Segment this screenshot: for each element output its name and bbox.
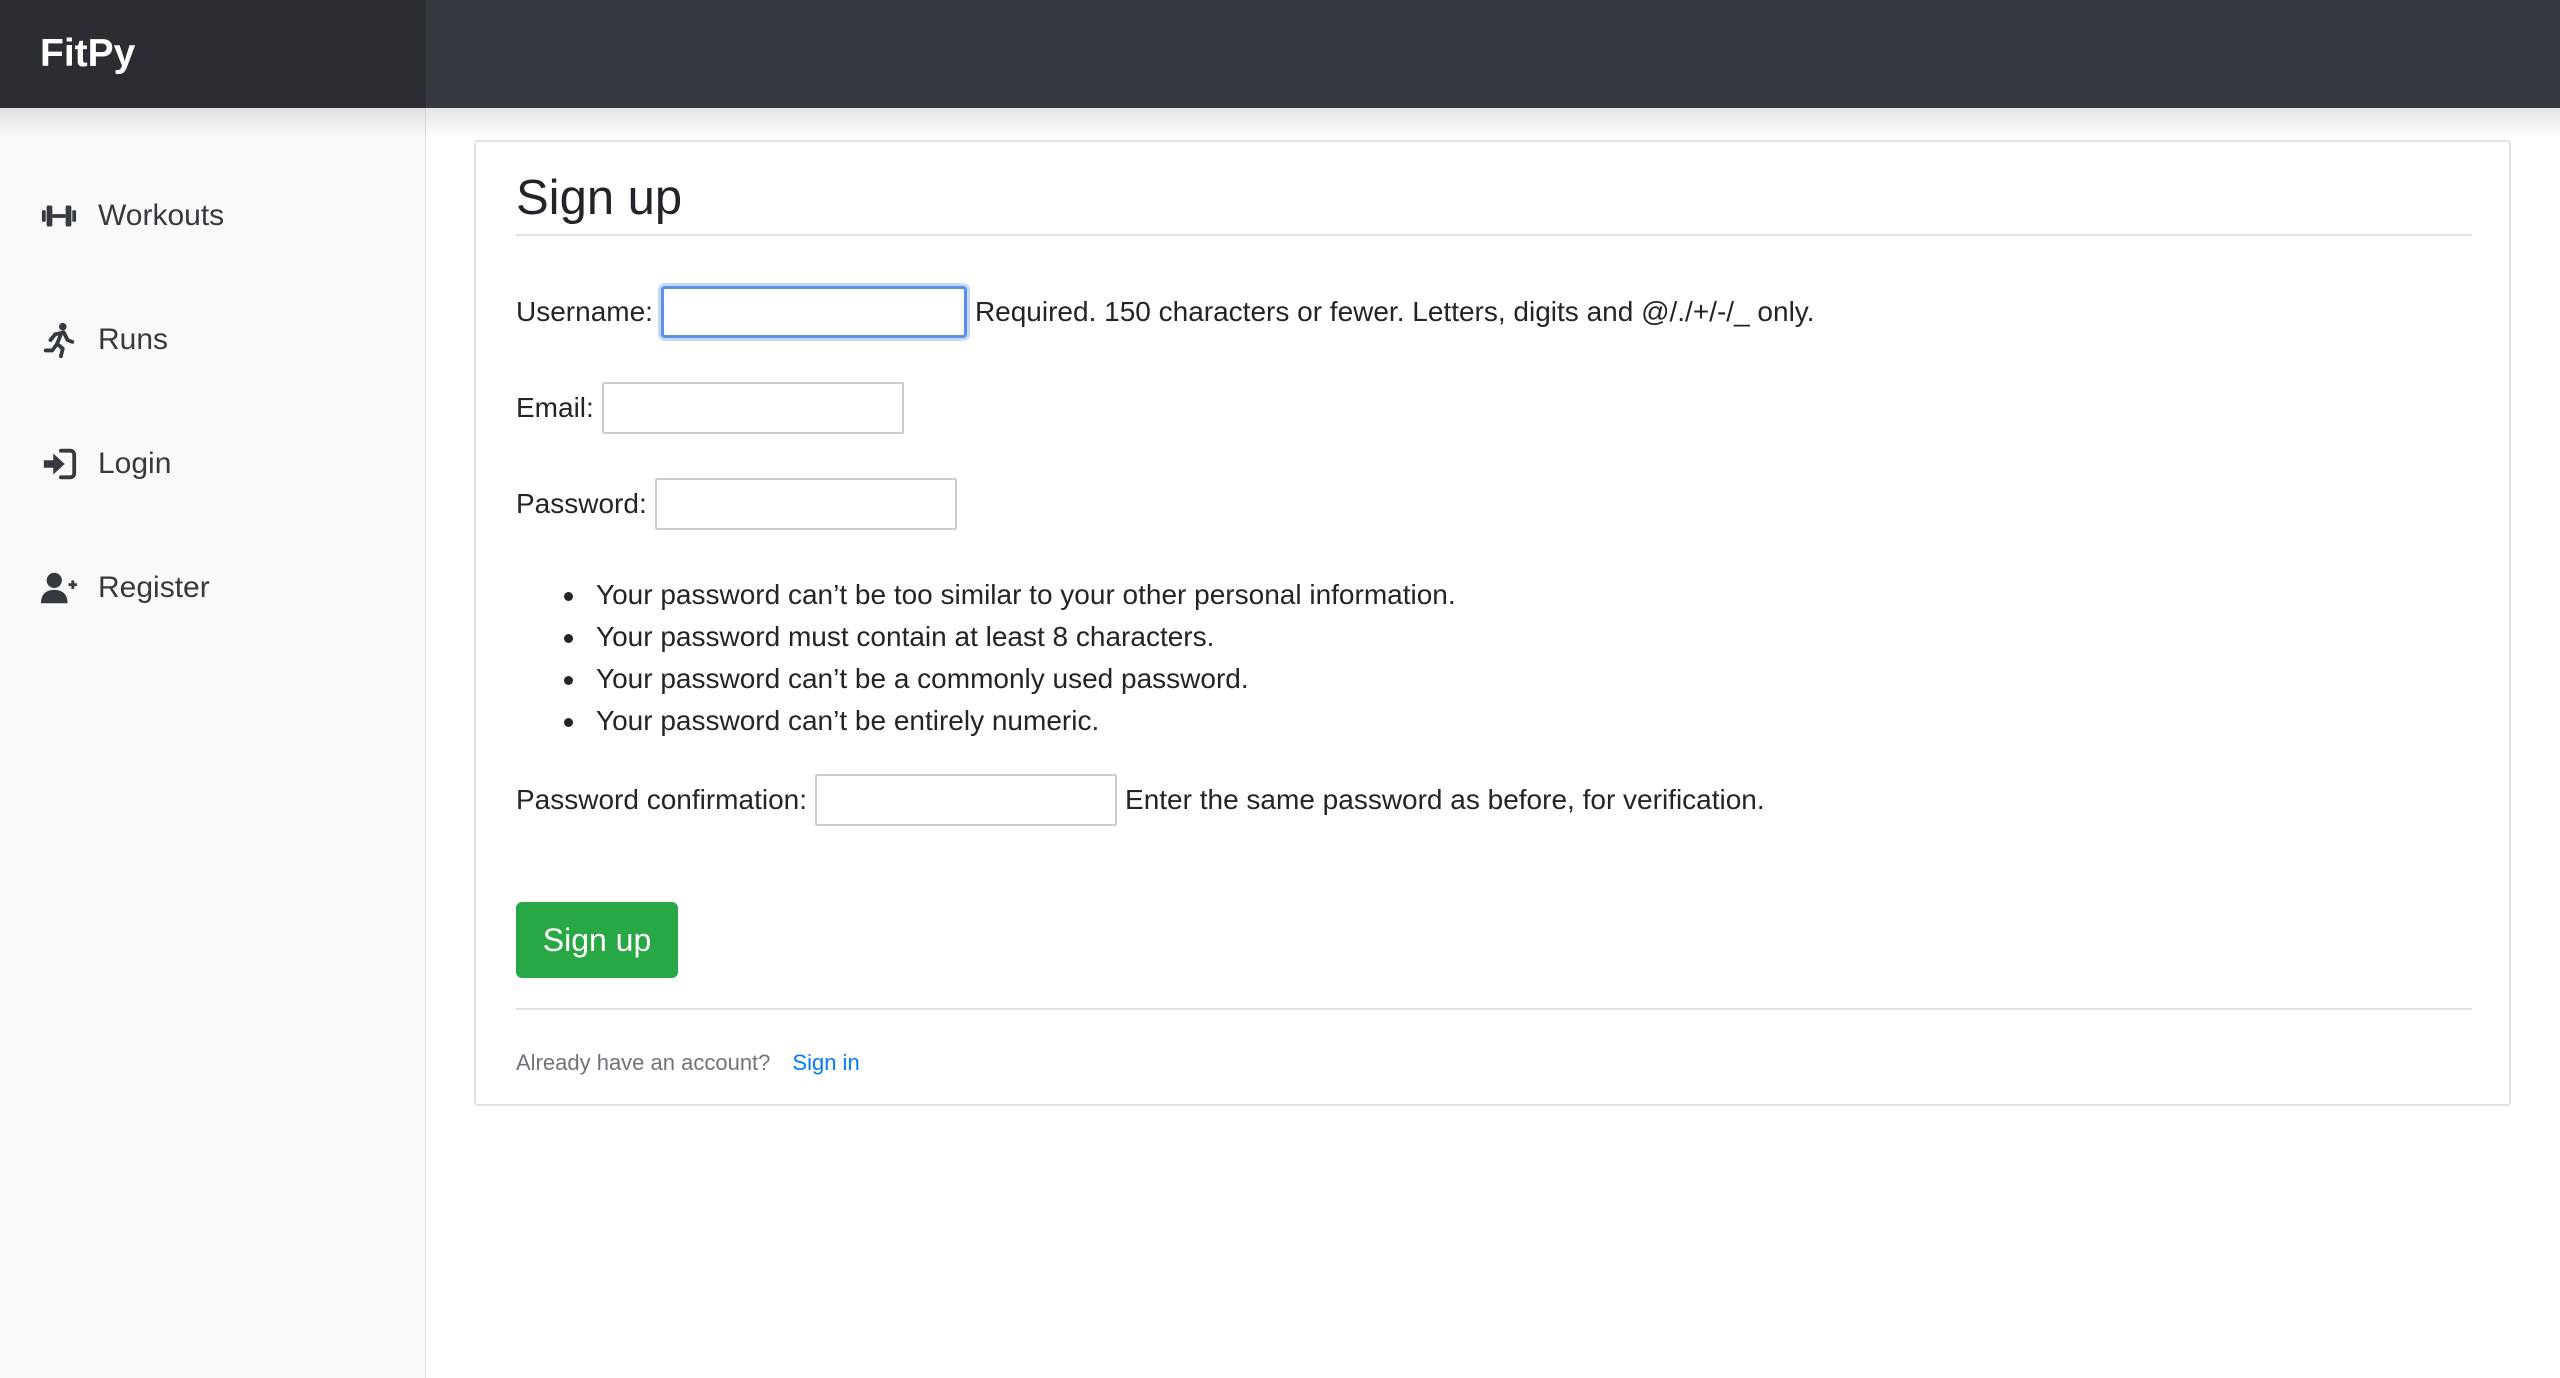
user-plus-icon xyxy=(40,569,78,607)
brand-logo[interactable]: FitPy xyxy=(0,0,426,108)
username-help-text: Required. 150 characters or fewer. Lette… xyxy=(974,296,1815,327)
sign-in-link[interactable]: Sign in xyxy=(792,1050,859,1076)
sidebar-item-runs[interactable]: Runs xyxy=(0,300,426,380)
sidebar-item-workouts[interactable]: Workouts xyxy=(0,176,426,256)
card-footer: Already have an account? Sign in xyxy=(516,1050,860,1076)
list-item: Your password can’t be a commonly used p… xyxy=(516,658,1456,700)
sidebar-item-login[interactable]: Login xyxy=(0,424,426,504)
sign-in-icon xyxy=(40,445,78,483)
sidebar-item-label: Runs xyxy=(98,323,169,356)
email-row: Email: xyxy=(516,380,904,436)
email-field[interactable] xyxy=(601,382,904,434)
sidebar-item-register[interactable]: Register xyxy=(0,548,426,628)
username-input[interactable] xyxy=(660,286,967,338)
signup-card: Sign up Username: Required. 150 characte… xyxy=(474,140,2511,1106)
password-field[interactable] xyxy=(654,478,957,530)
password-confirmation-help-text: Enter the same password as before, for v… xyxy=(1125,784,1765,815)
sign-up-button[interactable]: Sign up xyxy=(516,902,678,978)
sidebar: Workouts Runs Login Register xyxy=(0,108,426,1378)
password-label: Password: xyxy=(516,488,647,519)
password-confirmation-row: Password confirmation: Enter the same pa… xyxy=(516,772,1765,828)
username-row: Username: Required. 150 characters or fe… xyxy=(516,284,1815,340)
username-label: Username: xyxy=(516,296,653,327)
footer-text: Already have an account? xyxy=(516,1050,771,1075)
password-confirmation-field[interactable] xyxy=(815,774,1118,826)
email-label: Email: xyxy=(516,392,594,423)
title-divider xyxy=(516,234,2472,236)
list-item: Your password can’t be too similar to yo… xyxy=(516,574,1456,616)
sidebar-item-label: Register xyxy=(98,571,210,604)
running-icon xyxy=(40,321,78,359)
sidebar-item-label: Login xyxy=(98,447,172,480)
password-row: Password: xyxy=(516,476,957,532)
list-item: Your password can’t be entirely numeric. xyxy=(516,700,1456,742)
sidebar-item-label: Workouts xyxy=(98,199,225,232)
page-title: Sign up xyxy=(516,171,683,225)
list-item: Your password must contain at least 8 ch… xyxy=(516,616,1456,658)
password-confirmation-label: Password confirmation: xyxy=(516,784,808,815)
dumbbell-icon xyxy=(40,197,78,235)
password-rules-list: Your password can’t be too similar to yo… xyxy=(516,574,1456,742)
footer-divider xyxy=(516,1008,2472,1010)
